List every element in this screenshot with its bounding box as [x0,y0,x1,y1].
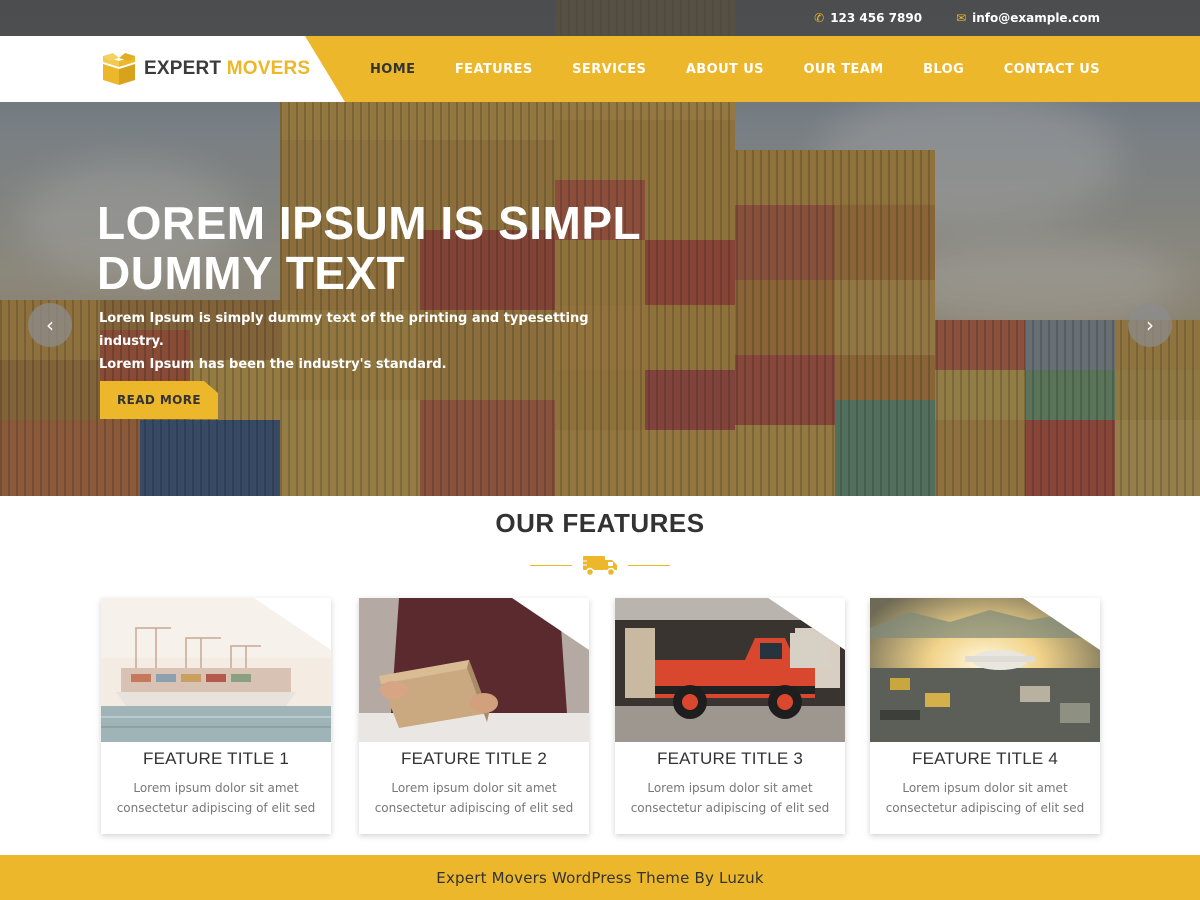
nav-item-blog[interactable]: BLOG [923,62,964,77]
nav-item-our-team[interactable]: OUR TEAM [803,62,883,77]
feature-card[interactable]: FEATURE TITLE 2 Lorem ipsum dolor sit am… [359,598,589,834]
brand-name-part1: EXPERT [144,58,222,79]
chevron-right-icon: › [1146,313,1154,337]
phone-icon: ✆ [814,11,825,25]
site-logo[interactable]: EXPERT MOVERS [0,36,345,102]
main-navigation: EXPERT MOVERS HOME FEATURES SERVICES ABO… [0,36,1200,102]
hero-subtitle-line1: Lorem Ipsum is simply dummy text of the … [99,311,589,349]
slider-prev-button[interactable]: ‹ [28,303,72,347]
hero-title: LOREM IPSUM IS SIMPL DUMMY TEXT [97,198,697,298]
brand-name: EXPERT MOVERS [144,58,310,80]
feature-image-port [101,598,331,742]
phone-number: 123 456 7890 [830,11,923,25]
feature-image-truck [615,598,845,742]
slider-next-button[interactable]: › [1128,303,1172,347]
brand-name-part2: MOVERS [226,58,311,79]
phone-contact[interactable]: ✆ 123 456 7890 [814,11,922,25]
truck-icon [581,556,617,577]
nav-item-contact-us[interactable]: CONTACT US [1004,62,1100,77]
hero-subtitle-line2: Lorem Ipsum has been the industry's stan… [99,357,447,372]
nav-menu: HOME FEATURES SERVICES ABOUT US OUR TEAM… [345,36,1100,102]
footer-credit[interactable]: Expert Movers WordPress Theme By Luzuk [436,869,763,887]
feature-card[interactable]: FEATURE TITLE 3 Lorem ipsum dolor sit am… [615,598,845,834]
email-contact[interactable]: ✉ info@example.com [956,11,1100,25]
site-footer: Expert Movers WordPress Theme By Luzuk [0,855,1200,900]
box-icon [103,53,135,85]
feature-card[interactable]: FEATURE TITLE 4 Lorem ipsum dolor sit am… [870,598,1100,834]
nav-item-features[interactable]: FEATURES [455,62,533,77]
feature-title: FEATURE TITLE 2 [401,749,547,768]
feature-title: FEATURE TITLE 4 [912,749,1058,768]
feature-card[interactable]: FEATURE TITLE 1 Lorem ipsum dolor sit am… [101,598,331,834]
hero-title-line2: DUMMY TEXT [97,247,406,299]
feature-title: FEATURE TITLE 3 [657,749,803,768]
feature-title: FEATURE TITLE 1 [143,749,289,768]
hero-subtitle: Lorem Ipsum is simply dummy text of the … [99,307,619,376]
feature-text: Lorem ipsum dolor sit amet consectetur a… [116,781,316,815]
feature-image-airport [870,598,1100,742]
envelope-icon: ✉ [956,11,967,25]
nav-item-services[interactable]: SERVICES [572,62,646,77]
nav-item-about-us[interactable]: ABOUT US [686,62,764,77]
top-contact-bar: ✆ 123 456 7890 ✉ info@example.com [0,0,1200,36]
feature-text: Lorem ipsum dolor sit amet consectetur a… [630,781,830,815]
chevron-left-icon: ‹ [46,313,54,337]
feature-text: Lorem ipsum dolor sit amet consectetur a… [374,781,574,815]
email-address: info@example.com [972,11,1100,25]
section-divider [530,552,670,578]
nav-item-home[interactable]: HOME [370,62,415,77]
hero-title-line1: LOREM IPSUM IS SIMPL [97,197,642,249]
read-more-button[interactable]: READ MORE [100,381,218,419]
feature-text: Lorem ipsum dolor sit amet consectetur a… [885,781,1085,815]
features-heading: OUR FEATURES [495,508,705,538]
feature-image-box [359,598,589,742]
